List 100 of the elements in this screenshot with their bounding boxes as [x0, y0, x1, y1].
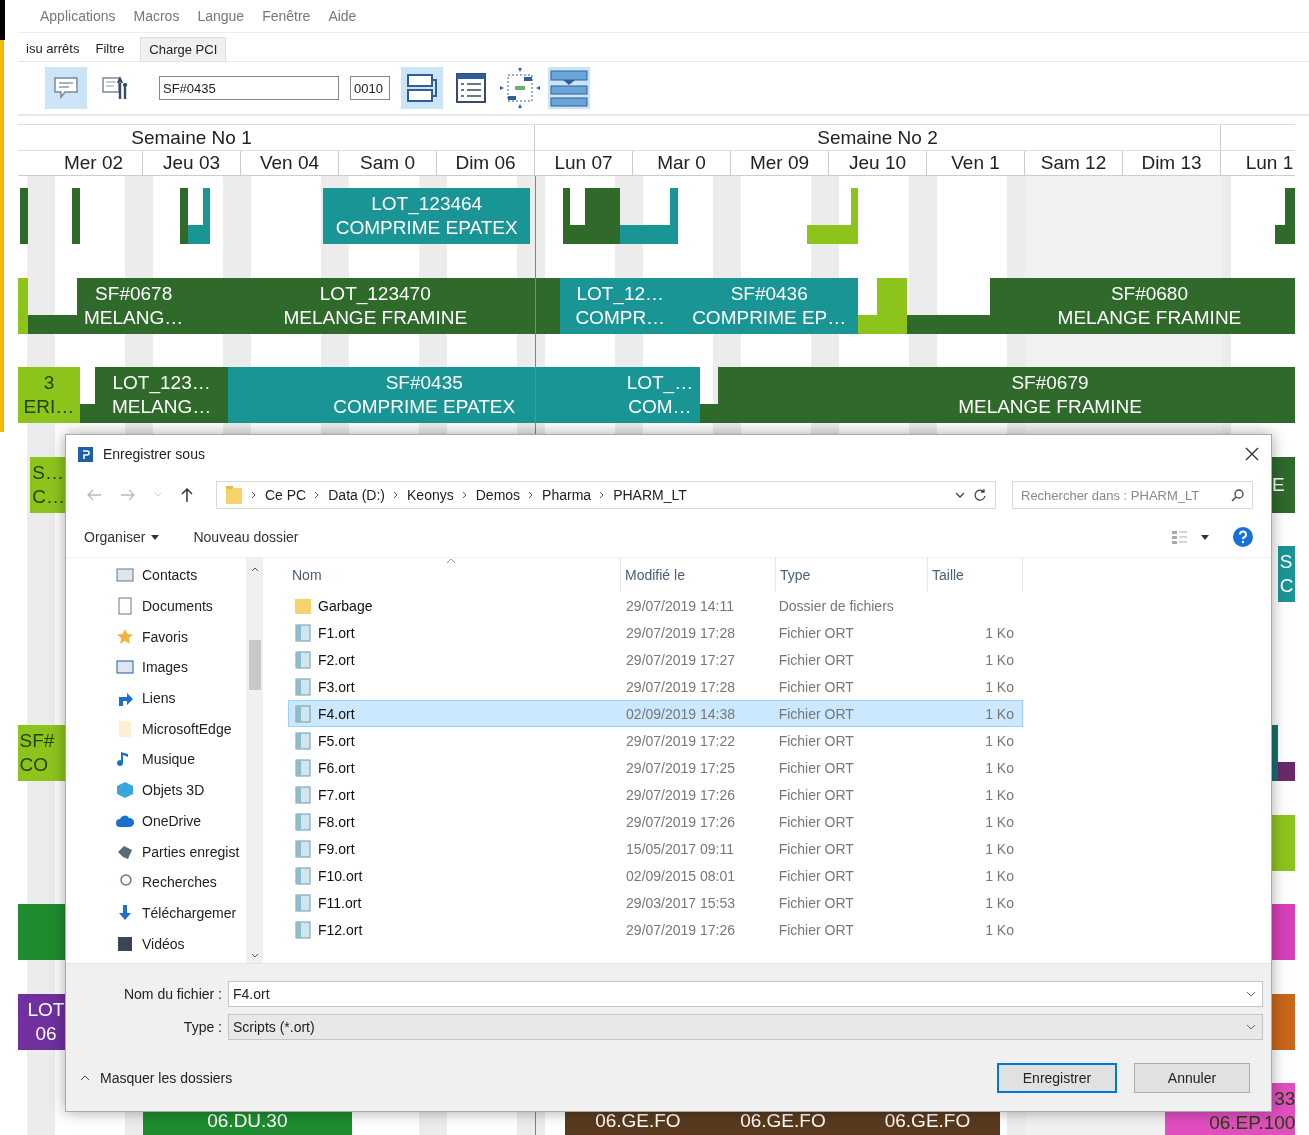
file-row[interactable]: Garbage 29/07/2019 14:11 Dossier de fichiers	[288, 592, 1023, 619]
task-bar[interactable]: S C	[1277, 546, 1295, 602]
task-bar[interactable]: LOT_123464 COMPRIME EPATEX	[323, 188, 531, 244]
filename-field[interactable]: F4.ort	[228, 980, 1263, 1007]
menu-item[interactable]: Applications	[40, 8, 116, 24]
task-bar[interactable]: LOT_12… COMPR…	[560, 277, 680, 334]
nav-item[interactable]: Favoris	[142, 628, 188, 645]
file-type-select[interactable]: Scripts (*.ort)	[228, 1013, 1263, 1040]
task-bar[interactable]	[1274, 225, 1285, 244]
layout-button[interactable]	[401, 67, 443, 109]
file-row[interactable]: F1.ort 29/07/2019 17:28 Fichier ORT 1 Ko	[288, 619, 1023, 646]
task-bar[interactable]: 3 ERI…	[18, 367, 81, 423]
file-row[interactable]: F12.ort 29/07/2019 17:26 Fichier ORT 1 Ko	[288, 916, 1023, 943]
dropdown-icon[interactable]	[1246, 990, 1256, 997]
refresh-icon[interactable]	[973, 488, 987, 502]
breadcrumb[interactable]: Ce PC	[265, 487, 307, 503]
menu-item[interactable]: Macros	[133, 8, 180, 24]
tab[interactable]: Charge PCI	[140, 37, 227, 61]
file-row[interactable]: F3.ort 29/07/2019 17:28 Fichier ORT 1 Ko	[288, 673, 1023, 700]
file-row[interactable]: F11.ort 29/03/2017 15:53 Fichier ORT 1 Ko	[288, 889, 1023, 916]
view-options-icon[interactable]	[1171, 529, 1211, 545]
file-type: Fichier ORT	[777, 813, 855, 830]
task-bar[interactable]: SF#0435 COMPRIME EPATEX	[228, 367, 621, 423]
nav-item[interactable]: Liens	[142, 690, 176, 707]
scroll-down-icon[interactable]	[250, 953, 259, 959]
file-row[interactable]: F6.ort 29/07/2019 17:25 Fichier ORT 1 Ko	[288, 754, 1023, 781]
hide-folders-toggle[interactable]: Masquer les dossiers	[80, 1070, 233, 1086]
dropdown-icon[interactable]	[1246, 1023, 1256, 1030]
file-row[interactable]: F2.ort 29/07/2019 17:27 Fichier ORT 1 Ko	[288, 646, 1023, 673]
file-row[interactable]: F10.ort 02/09/2015 08:01 Fichier ORT 1 Ko	[288, 862, 1023, 889]
quantity-field[interactable]: 0010	[350, 76, 390, 100]
task-bar[interactable]: SF#0678 MELANG…	[77, 277, 190, 334]
file-size: 1 Ko	[985, 678, 1014, 695]
comment-button[interactable]	[45, 67, 87, 109]
search-icon[interactable]	[1231, 488, 1245, 502]
close-icon[interactable]	[1245, 447, 1259, 461]
task-bar[interactable]	[19, 188, 29, 244]
breadcrumb[interactable]: Demos	[475, 487, 521, 503]
nav-item[interactable]: Vidéos	[142, 935, 185, 952]
command-button[interactable]: Organiser	[78, 525, 166, 549]
breadcrumb[interactable]: Pharma	[542, 487, 592, 503]
nav-item[interactable]: Images	[142, 659, 188, 676]
nav-item[interactable]: OneDrive	[142, 812, 202, 829]
nav-item[interactable]: Objets 3D	[142, 782, 205, 799]
file-row[interactable]: F5.ort 29/07/2019 17:22 Fichier ORT 1 Ko	[288, 727, 1023, 754]
file-icon	[295, 758, 311, 777]
column-header[interactable]: Nom	[288, 558, 621, 592]
task-bar[interactable]	[202, 188, 210, 244]
column-header[interactable]: Taille	[928, 558, 1023, 592]
nav-item[interactable]: Parties enregist	[142, 843, 240, 860]
task-bar[interactable]	[72, 188, 81, 244]
task-bar[interactable]	[180, 188, 189, 244]
menu-item[interactable]: Fenêtre	[262, 8, 311, 24]
nav-item[interactable]: Contacts	[142, 567, 198, 584]
tab[interactable]: isu arrêts	[18, 37, 88, 61]
help-icon[interactable]	[1233, 527, 1253, 547]
task-bar[interactable]: SF#0679 MELANGE FRAMINE	[718, 367, 1295, 423]
task-bar[interactable]	[18, 277, 29, 334]
file-row[interactable]: F9.ort 15/05/2017 09:11 Fichier ORT 1 Ko	[288, 835, 1023, 862]
task-bar[interactable]: SF#0436 COMPRIME EP…	[680, 277, 859, 334]
search-field[interactable]: Rechercher dans : PHARM_LT	[1012, 481, 1253, 509]
scrollbar[interactable]	[246, 558, 263, 963]
task-bar[interactable]: SF#0680 MELANGE FRAMINE	[989, 277, 1295, 334]
nav-item[interactable]: Recherches	[142, 874, 217, 891]
save-button[interactable]: Enregistrer	[997, 1063, 1117, 1093]
breadcrumb[interactable]: Keonys	[407, 487, 454, 503]
nav-item[interactable]: Téléchargemer	[142, 904, 237, 921]
scroll-up-icon[interactable]	[250, 566, 259, 572]
task-bar[interactable]: SF# CO	[18, 725, 65, 781]
menu-item[interactable]: Langue	[197, 8, 245, 24]
address-bar[interactable]: Ce PC Data (D:) Keonys Demos Pharma PHARM_LT	[216, 481, 996, 509]
nav-item[interactable]: Documents	[142, 598, 213, 615]
task-bar[interactable]	[907, 314, 990, 334]
breadcrumb[interactable]: Data (D:)	[328, 487, 386, 503]
nav-item[interactable]: MicrosoftEdge	[142, 720, 232, 737]
file-row[interactable]: F4.ort 02/09/2019 14:38 Fichier ORT 1 Ko	[288, 700, 1023, 727]
task-bar[interactable]	[28, 314, 78, 334]
column-header[interactable]: Type	[776, 558, 928, 592]
task-bar[interactable]	[584, 188, 621, 244]
command-button[interactable]: Nouveau dossier	[187, 525, 305, 549]
collapse-button[interactable]	[548, 67, 590, 109]
task-bar[interactable]: E	[1270, 456, 1295, 513]
task-bar[interactable]: LOT_… COM…	[620, 367, 700, 423]
file-row[interactable]: F8.ort 29/07/2019 17:26 Fichier ORT 1 Ko	[288, 808, 1023, 835]
dropdown-icon[interactable]	[955, 491, 965, 499]
task-bar[interactable]	[670, 188, 679, 244]
breadcrumb[interactable]: PHARM_LT	[613, 487, 687, 503]
task-bar[interactable]: LOT_123… MELANG…	[94, 367, 229, 423]
file-name: F12.ort	[318, 921, 363, 938]
task-bar[interactable]: LOT_123470 MELANGE FRAMINE	[190, 277, 561, 334]
scroll-thumb[interactable]	[248, 640, 261, 690]
file-row[interactable]: F7.ort 29/07/2019 17:26 Fichier ORT 1 Ko	[288, 781, 1023, 808]
diagram-button[interactable]	[499, 67, 541, 109]
nav-item[interactable]: Musique	[142, 751, 195, 768]
menu-item[interactable]: Aide	[328, 8, 357, 24]
column-header[interactable]: Modifié le	[621, 558, 776, 592]
cancel-button[interactable]: Annuler	[1134, 1063, 1250, 1093]
task-bar[interactable]	[563, 188, 571, 244]
tab[interactable]: Filtre	[87, 37, 133, 61]
lot-field[interactable]: SF#0435	[159, 76, 339, 100]
